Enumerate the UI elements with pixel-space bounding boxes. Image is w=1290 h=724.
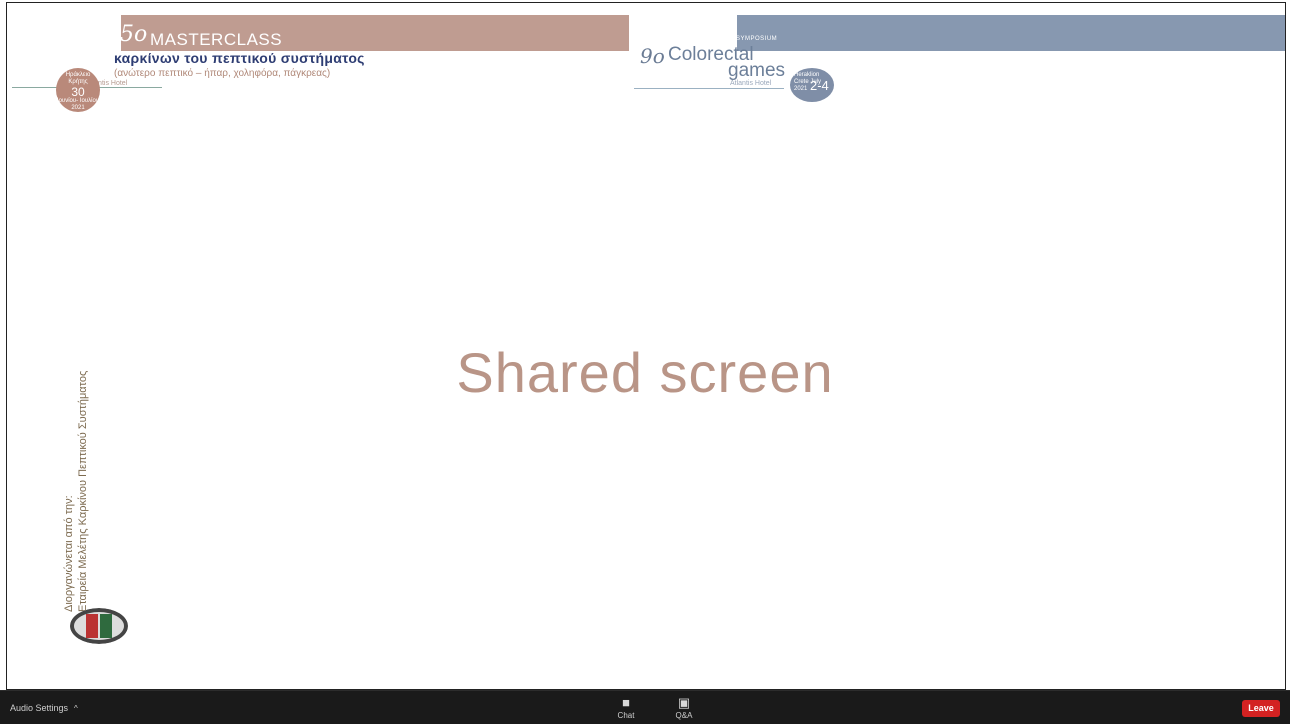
masterclass-badge-bottom: Ιουνίου- Ιουλίου 2021 bbox=[56, 98, 100, 111]
chat-label: Chat bbox=[617, 711, 635, 720]
colorectal-date-badge: Heraklion Crete July 2021 2-4 bbox=[790, 68, 834, 102]
masterclass-title: MASTERCLASS bbox=[150, 30, 283, 49]
colorectal-venue: Atlantis Hotel bbox=[730, 80, 772, 87]
colorectal-number: 9ο bbox=[640, 44, 665, 68]
colorectal-title-games: games bbox=[728, 60, 786, 81]
masterclass-badge-top: Ηράκλειο Κρήτης bbox=[65, 72, 91, 85]
society-logo bbox=[70, 608, 128, 644]
masterclass-number: 5ο bbox=[120, 22, 148, 47]
organizer-line-2: Εταιρεία Μελέτης Καρκίνου Πεπτικού Συστή… bbox=[77, 370, 89, 612]
masterclass-badge-day: 30 bbox=[71, 85, 85, 99]
colorectal-banner bbox=[737, 15, 1285, 51]
colorectal-divider bbox=[634, 88, 784, 89]
qa-icon: ▣ bbox=[677, 695, 691, 710]
colorectal-symposium-label: SYMPOSIUM bbox=[736, 36, 778, 42]
qa-button[interactable]: ▣ Q&A bbox=[664, 695, 704, 720]
masterclass-date-badge: Ηράκλειο Κρήτης 30 Ιουνίου- Ιουλίου 2021 bbox=[56, 68, 100, 112]
leave-button[interactable]: Leave bbox=[1242, 700, 1280, 717]
masterclass-subtitle: καρκίνων του πεπτικού συστήματος bbox=[114, 50, 365, 66]
audio-settings-button[interactable]: Audio Settings ^ bbox=[10, 703, 78, 713]
colorectal-badge-days: 2-4 bbox=[810, 78, 829, 93]
chevron-up-icon[interactable]: ^ bbox=[74, 704, 78, 713]
masterclass-topics: (ανώτερο πεπτικό – ήπαρ, χοληφόρα, πάγκρ… bbox=[114, 68, 331, 79]
meeting-toolbar: Audio Settings ^ ■ Chat ▣ Q&A Leave bbox=[0, 690, 1290, 724]
audio-settings-label: Audio Settings bbox=[10, 703, 69, 713]
organizer-line-1: Διοργανώνεται από την: bbox=[63, 495, 75, 612]
chat-icon: ■ bbox=[622, 695, 630, 710]
organizer-text: Διοργανώνεται από την: Εταιρεία Μελέτης … bbox=[62, 370, 102, 612]
shared-screen-label: Shared screen bbox=[456, 341, 834, 404]
chat-button[interactable]: ■ Chat bbox=[606, 695, 646, 720]
qa-label: Q&A bbox=[675, 711, 693, 720]
